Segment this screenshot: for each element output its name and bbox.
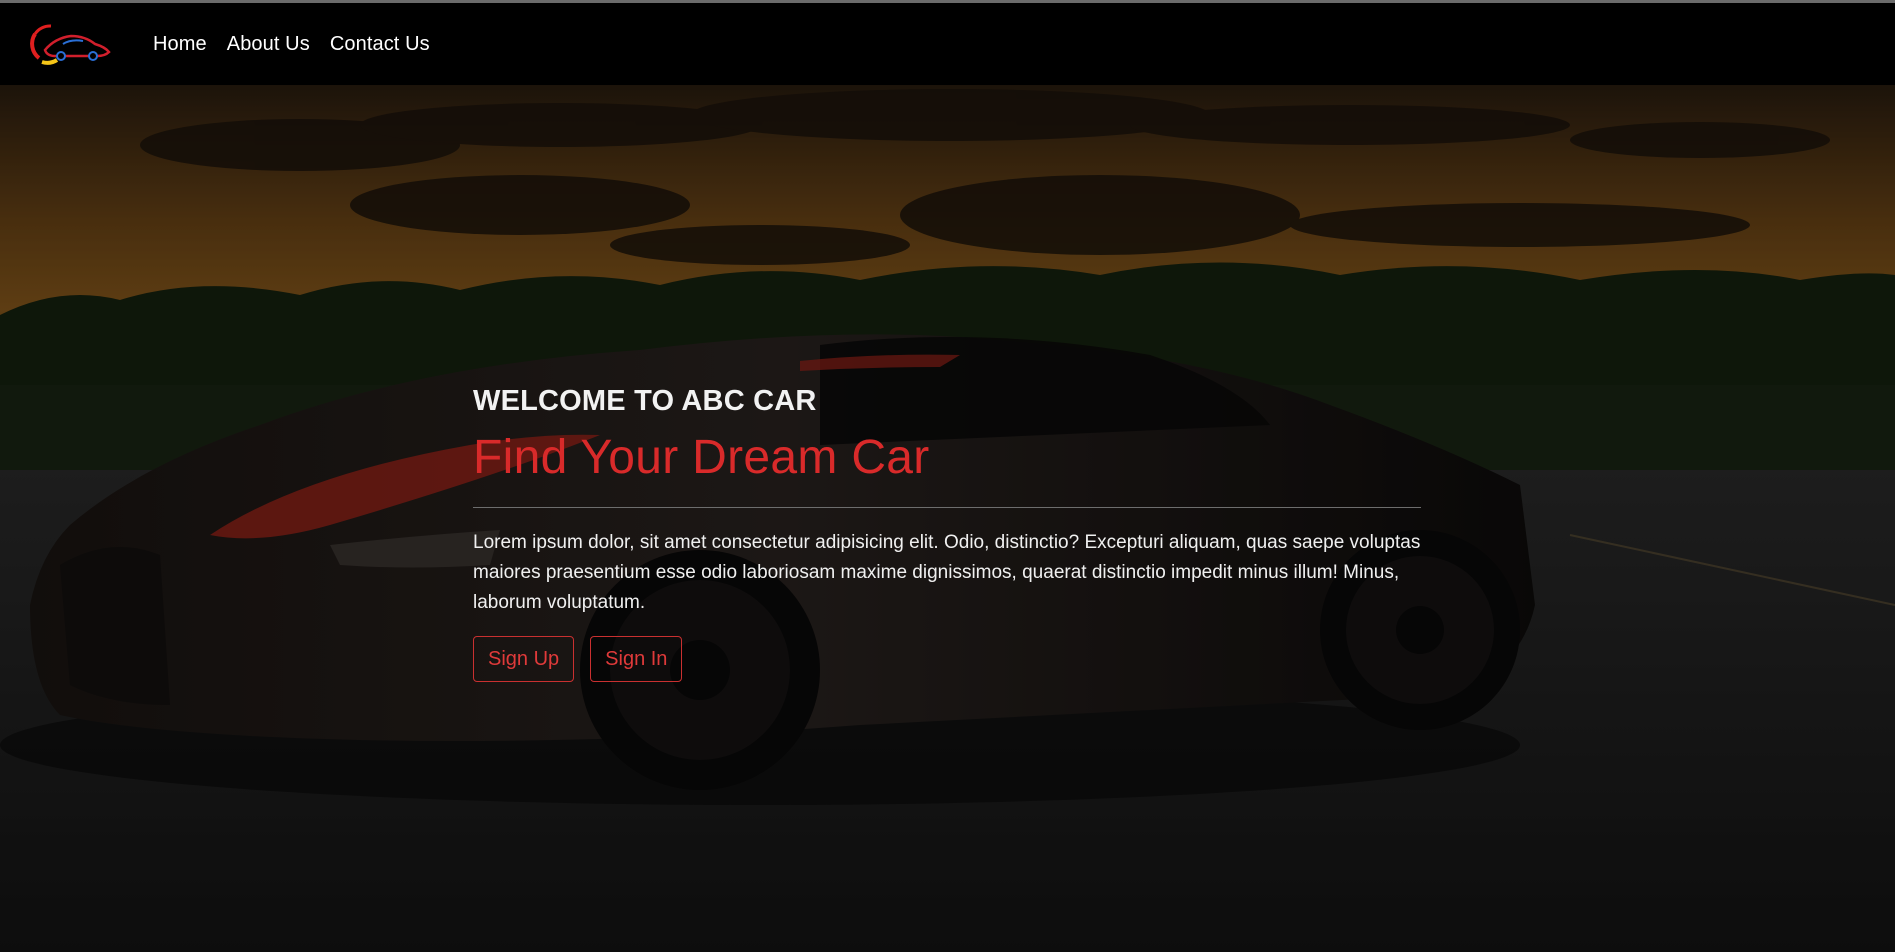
- nav-home-link[interactable]: Home: [153, 33, 207, 56]
- nav-links: Home About Us Contact Us: [153, 33, 450, 56]
- hero-actions: Sign Up Sign In: [473, 636, 1423, 682]
- nav-contact-link[interactable]: Contact Us: [330, 33, 430, 56]
- hero-section: WELCOME TO ABC CAR Find Your Dream Car L…: [0, 85, 1895, 952]
- hero-content: WELCOME TO ABC CAR Find Your Dream Car L…: [473, 385, 1423, 682]
- hero-eyebrow: WELCOME TO ABC CAR: [473, 385, 817, 417]
- sign-in-button[interactable]: Sign In: [590, 636, 683, 682]
- navbar: Home About Us Contact Us: [0, 3, 1895, 85]
- hero-headline: Find Your Dream Car: [473, 431, 930, 484]
- hero-description: Lorem ipsum dolor, sit amet consectetur …: [473, 532, 1421, 613]
- hero-divider: [473, 507, 1421, 508]
- nav-about-link[interactable]: About Us: [227, 33, 310, 56]
- sign-up-button[interactable]: Sign Up: [473, 636, 575, 682]
- sports-car-logo-icon[interactable]: [25, 20, 111, 68]
